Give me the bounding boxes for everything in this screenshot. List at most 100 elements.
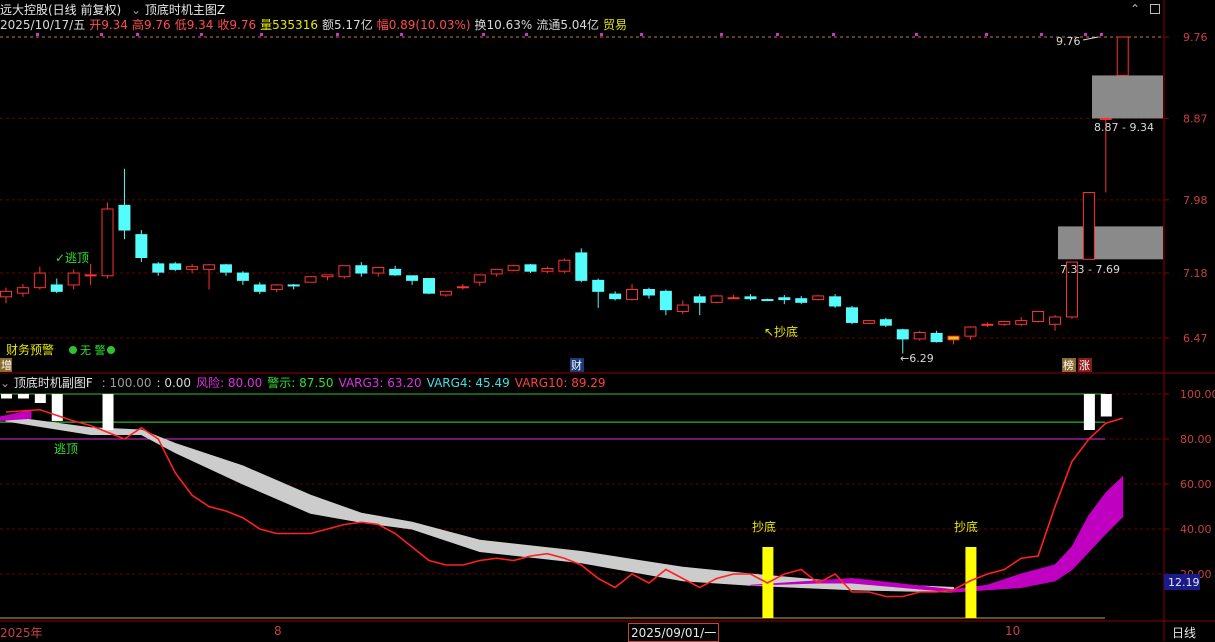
- escape-top-bar: [1100, 394, 1112, 417]
- indicator-value: VARG10: 89.29: [514, 376, 606, 390]
- high-marker-arrow: [1082, 36, 1099, 41]
- candle-body-up: [1082, 192, 1095, 260]
- candle-body-up: [981, 323, 994, 326]
- quote-info-bar: 2025/10/17/五 开9.34 高9.76 低9.34 收9.76 量535316 额…: [0, 16, 631, 33]
- signal-dot: [1100, 33, 1103, 36]
- candle-body: [642, 289, 655, 296]
- candle-body: [795, 298, 808, 303]
- candle-body-up: [541, 267, 554, 272]
- quote-field: 换10.63%: [474, 18, 533, 32]
- candle-body-up: [710, 295, 723, 303]
- price-tick-label: 6.47: [1183, 332, 1208, 345]
- lower-zone-label: 7.33 - 7.69: [1060, 263, 1120, 276]
- financial-warning-label: 财务预警: [6, 342, 54, 357]
- badge-rank-label: 榜: [1063, 358, 1074, 372]
- signal-dot: [776, 33, 779, 36]
- quote-field: 流通5.04亿: [536, 18, 600, 32]
- signal-dot: [100, 33, 103, 36]
- indicator-title[interactable]: 顶底时机主图Z: [145, 3, 225, 17]
- candle-body: [524, 264, 537, 272]
- candle-body-up: [812, 295, 825, 301]
- candle-body-up: [16, 287, 29, 294]
- escape-top-bar: [34, 394, 46, 403]
- candle-body: [778, 297, 791, 301]
- candlestick-series: [0, 36, 1129, 354]
- financial-warning-none: 无 警: [80, 343, 106, 357]
- candle-body: [152, 263, 165, 273]
- escape-top-bar: [17, 394, 29, 399]
- quote-field: 2025/10/17/五: [0, 18, 86, 32]
- quote-field: 额5.17亿: [321, 18, 373, 32]
- escape-top-sub-label: 逃顶: [54, 442, 78, 456]
- price-tick-label: 9.76: [1183, 31, 1208, 44]
- signal-dot: [260, 33, 263, 36]
- signal-dot: [1084, 33, 1087, 36]
- candle-body-up: [1049, 316, 1062, 325]
- candle-body-up: [558, 259, 571, 272]
- candle-body-up: [101, 208, 114, 277]
- maximize-icon[interactable]: [1150, 4, 1160, 14]
- candle-body: [50, 284, 63, 292]
- date-axis-cursor: 2025/09/01/一: [628, 623, 720, 642]
- candle-body-up: [862, 320, 875, 324]
- candle-body-up: [676, 304, 689, 312]
- indicator-value: VARG4: 45.49: [426, 376, 510, 390]
- date-axis-month: 8: [274, 624, 282, 638]
- signal-dot: [136, 33, 139, 36]
- candle-body-up: [964, 326, 977, 337]
- indicator-value: : 100.00: [101, 376, 152, 390]
- signal-dot: [200, 33, 203, 36]
- candle-body-up: [372, 267, 385, 274]
- price-tick-label: 7.98: [1183, 194, 1208, 207]
- period-selector[interactable]: 日线: [1172, 624, 1196, 641]
- date-axis-month: 10: [1005, 624, 1021, 638]
- candle-body-up: [998, 321, 1011, 325]
- candle-body: [118, 204, 131, 231]
- signal-dot: [985, 33, 988, 36]
- candle-body: [930, 332, 943, 343]
- current-value-tag-text: 12.19: [1168, 576, 1200, 589]
- chevron-down-icon[interactable]: ⌄: [0, 376, 10, 390]
- candle-body: [389, 268, 402, 276]
- candle-body: [592, 279, 605, 292]
- indicator-value: : 0.00: [156, 376, 192, 390]
- candle-body: [236, 272, 249, 281]
- candle-body: [761, 299, 774, 302]
- price-tick-label: 7.18: [1183, 267, 1208, 280]
- indicator-tick-label: 100.00: [1180, 388, 1215, 401]
- escape-top-bar: [1, 394, 12, 399]
- candle-body-up: [913, 332, 926, 340]
- signal-dot: [832, 33, 835, 36]
- candle-body-up: [1099, 117, 1112, 120]
- candle-body-up: [727, 297, 740, 300]
- candle-body: [609, 293, 622, 300]
- chevron-down-icon[interactable]: ⌄: [131, 3, 141, 17]
- candle-body: [879, 319, 892, 326]
- candle-body-up: [270, 284, 283, 291]
- candle-body-up: [33, 272, 46, 289]
- candle-body-up: [338, 265, 351, 278]
- sub-indicator-title[interactable]: 顶底时机副图F: [14, 376, 93, 390]
- quote-field: 高9.76: [131, 18, 171, 32]
- signal-dot: [915, 33, 918, 36]
- candle-body: [219, 264, 232, 273]
- chart-stage: 6.477.187.988.879.76 20.0040.0060.0080.0…: [0, 0, 1215, 641]
- candle-body: [253, 284, 266, 292]
- candle-body-up: [439, 290, 452, 296]
- escape-top-bar: [102, 394, 114, 430]
- candle-body: [287, 284, 300, 287]
- warning-dot-icon: [69, 346, 77, 354]
- signal-dot: [36, 33, 39, 36]
- sub-chart-header: ⌄ 顶底时机副图F : 100.00: 0.00 风险: 80.00 警示: 87.…: [0, 374, 606, 391]
- candle-body: [423, 278, 435, 294]
- candle-body-up: [626, 289, 639, 301]
- bottom-buy-sub-label: 抄底: [954, 519, 978, 534]
- signal-dot: [1040, 33, 1043, 36]
- signal-dot: [400, 33, 403, 36]
- indicator-value: VARG3: 63.20: [338, 376, 422, 390]
- chevron-up-icon[interactable]: ⌃: [1130, 2, 1140, 16]
- candle-body: [135, 234, 148, 258]
- lower-price-zone: [1058, 226, 1163, 260]
- bottom-buy-sub-label: 抄底: [752, 519, 776, 534]
- candle-body-up: [490, 268, 503, 275]
